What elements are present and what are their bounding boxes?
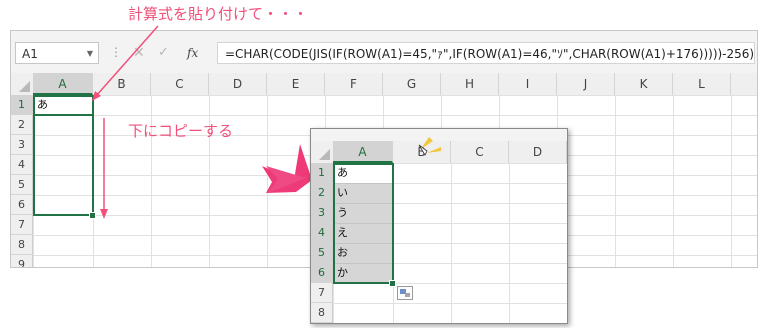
row-header-3[interactable]: 3 [11,135,33,155]
annotation-copy-down: 下にコピーする [128,122,234,140]
column-header-d[interactable]: D [209,73,267,95]
more-options-icon: ⋮ [110,45,122,59]
column-header-f[interactable]: F [325,73,383,95]
inset-row-header-3[interactable]: 3 [311,203,333,223]
row-header-6[interactable]: 6 [11,195,33,215]
inset-row-header-6[interactable]: 6 [311,263,333,283]
inset-spreadsheet: A B C D 1 2 3 4 5 6 7 8 あ い う え お か [310,128,568,324]
active-cell [33,95,94,116]
inset-row-header-8[interactable]: 8 [311,303,333,323]
row-header-9[interactable]: 9 [11,255,33,267]
row-header-1[interactable]: 1 [11,95,33,115]
row-header-7[interactable]: 7 [11,215,33,235]
column-headers: A B C D E F G H I J K L [11,73,757,96]
inset-row-header-7[interactable]: 7 [311,283,333,303]
name-box[interactable]: A1 ▼ [15,42,99,64]
formula-buttons: ✕ ✓ fx [123,42,215,64]
row-header-5[interactable]: 5 [11,175,33,195]
formula-input[interactable]: =CHAR(CODE(JIS(IF(ROW(A1)=45,"ｧ",IF(ROW(… [217,42,755,64]
name-box-value: A1 [22,47,38,61]
fill-handle[interactable] [89,212,96,219]
inset-selected-range [333,163,394,284]
chevron-down-icon[interactable]: ▼ [87,43,93,65]
row-header-2[interactable]: 2 [11,115,33,135]
cursor-click-icon [418,137,441,156]
column-header-g[interactable]: G [383,73,441,95]
row-header-4[interactable]: 4 [11,155,33,175]
inset-fill-handle[interactable] [389,280,396,287]
annotation-paste-formula: 計算式を貼り付けて・・・ [128,5,309,23]
column-header-e[interactable]: E [267,73,325,95]
inset-row-header-4[interactable]: 4 [311,223,333,243]
paste-options-icon[interactable] [397,286,413,300]
inset-column-header-a[interactable]: A [333,141,393,163]
column-header-h[interactable]: H [441,73,499,95]
inset-select-all-button[interactable] [311,141,333,163]
column-header-k[interactable]: K [615,73,673,95]
column-header-j[interactable]: J [557,73,615,95]
formula-bar-area: A1 ▼ ⋮ ✕ ✓ fx =CHAR(CODE(JIS(IF(ROW(A1)=… [11,31,757,73]
inset-column-header-c[interactable]: C [451,141,509,163]
check-icon[interactable]: ✓ [158,42,169,64]
column-header-a[interactable]: A [33,73,93,95]
inset-row-header-1[interactable]: 1 [311,163,333,183]
select-all-button[interactable] [11,73,33,95]
row-header-8[interactable]: 8 [11,235,33,255]
inset-column-header-d[interactable]: D [509,141,567,163]
column-header-i[interactable]: I [499,73,557,95]
cancel-icon[interactable]: ✕ [133,42,145,64]
inset-row-header-2[interactable]: 2 [311,183,333,203]
column-header-c[interactable]: C [151,73,209,95]
inset-row-header-5[interactable]: 5 [311,243,333,263]
insert-function-icon[interactable]: fx [187,42,198,64]
column-header-b[interactable]: B [93,73,151,95]
column-header-l[interactable]: L [673,73,731,95]
